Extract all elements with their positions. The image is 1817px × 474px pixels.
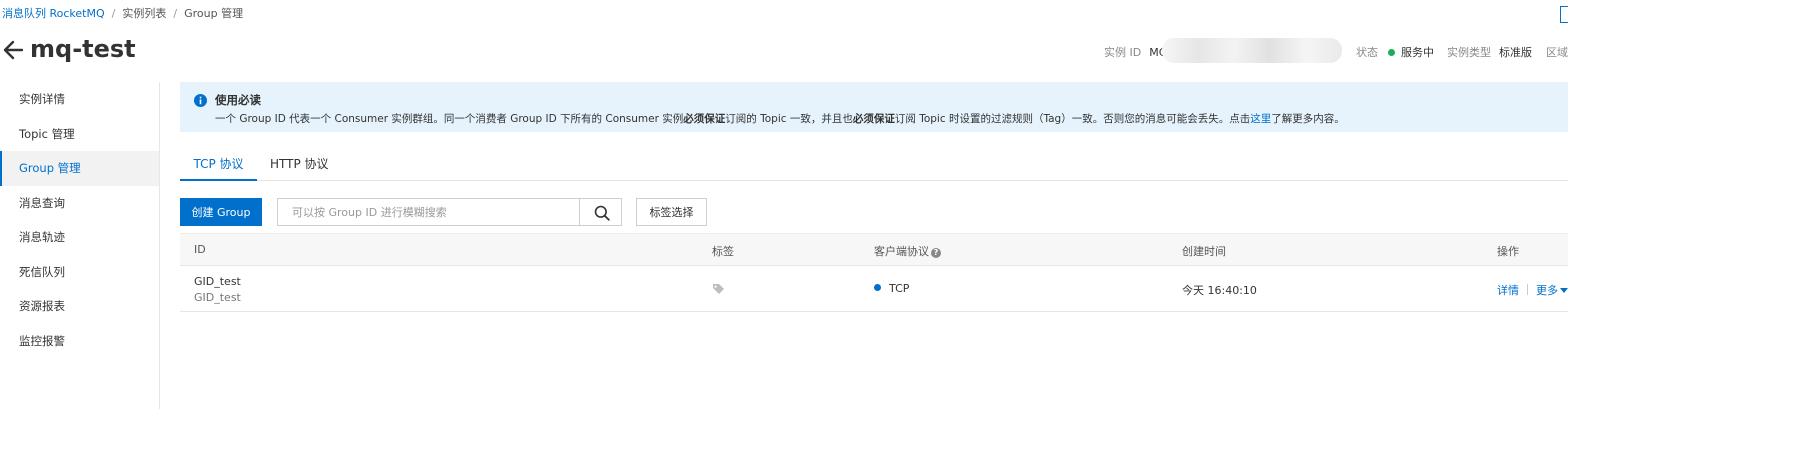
status-dot-icon [1388,49,1395,56]
create-group-button[interactable]: 创建 Group [180,198,262,226]
protocol-cell: TCP [874,282,909,295]
notice-text-part: 订阅 Topic 时设置的过滤规则（Tag）一致。否则您的消息可能会丢失。点击 [894,113,1251,125]
actions-cell: 详情 更多 [1497,282,1568,298]
column-header-protocol: 客户端协议? [874,243,941,259]
instance-type-info: 实例类型 标准版 [1447,44,1532,59]
more-label: 更多 [1536,284,1558,297]
sidebar-item-message-trace[interactable]: 消息轨迹 [0,220,159,255]
notice-bold-text: 必须保证 [683,113,726,125]
table-header: ID 标签 客户端协议? 创建时间 操作 [180,233,1568,266]
table-row: GID_test GID_test TCP 今天 16:40:10 详情 更多 [180,266,1568,312]
notice-text-part: 订阅的 Topic 一致，并且也 [725,113,853,125]
region-info: 区域 [1546,44,1568,59]
info-icon [194,94,207,107]
tag-icon[interactable] [712,283,725,295]
instance-type-label: 实例类型 [1447,46,1491,59]
sidebar: 实例详情 Topic 管理 Group 管理 消息查询 消息轨迹 死信队列 资源… [0,82,160,409]
notice-title: 使用必读 [215,93,261,107]
notice-text: 一个 Group ID 代表一个 Consumer 实例群组。同一个消费者 Gr… [215,111,1345,126]
instance-id-redacted [1162,38,1342,63]
usage-notice: 使用必读 一个 Group ID 代表一个 Consumer 实例群组。同一个消… [180,82,1568,132]
group-id-sub-cell: GID_test [194,291,241,304]
page-title: mq-test [30,35,136,63]
breadcrumb-separator: / [111,7,116,20]
status-value: 服务中 [1401,46,1434,59]
group-id-cell: GID_test [194,275,241,288]
tab-tcp[interactable]: TCP 协议 [180,150,257,181]
sidebar-item-resource-report[interactable]: 资源报表 [0,289,159,324]
tag-filter-button[interactable]: 标签选择 [636,198,707,226]
instance-id-label: 实例 ID [1104,46,1142,59]
action-separator [1527,284,1528,295]
status-info: 状态 服务中 [1356,44,1434,59]
instance-id-info: 实例 ID MC [1104,44,1166,59]
sidebar-item-monitor-alarm[interactable]: 监控报警 [0,324,159,359]
protocol-header-label: 客户端协议 [874,245,929,258]
column-header-actions: 操作 [1497,245,1519,258]
tab-http[interactable]: HTTP 协议 [270,150,329,181]
group-search-input[interactable] [277,198,580,226]
search-icon [594,205,610,221]
region-label: 区域 [1546,46,1568,59]
breadcrumb: 消息队列 RocketMQ / 实例列表 / Group 管理 [2,5,243,21]
breadcrumb-group-manage: Group 管理 [184,7,244,20]
top-right-button[interactable] [1560,6,1568,23]
sidebar-item-instance-detail[interactable]: 实例详情 [0,82,159,117]
back-arrow-icon[interactable] [2,38,24,62]
notice-bold-text: 必须保证 [852,113,895,125]
breadcrumb-rocketmq[interactable]: 消息队列 RocketMQ [2,7,105,20]
protocol-tabs: TCP 协议 HTTP 协议 [180,150,1568,181]
more-dropdown[interactable]: 更多 [1536,284,1568,297]
column-header-id: ID [194,243,206,256]
sidebar-item-group-manage[interactable]: Group 管理 [0,151,159,186]
notice-text-part: 了解更多内容。 [1271,113,1345,125]
protocol-value: TCP [889,282,910,295]
help-icon[interactable]: ? [931,248,941,258]
sidebar-item-dead-letter[interactable]: 死信队列 [0,255,159,290]
breadcrumb-instance-list[interactable]: 实例列表 [122,7,166,20]
column-header-tag: 标签 [712,245,734,258]
notice-learn-more-link[interactable]: 这里 [1250,113,1271,125]
protocol-dot-icon [874,284,881,291]
caret-down-icon [1560,288,1568,293]
instance-type-value: 标准版 [1499,46,1532,59]
app-root: 消息队列 RocketMQ / 实例列表 / Group 管理 mq-test 实例 I… [0,0,1568,409]
breadcrumb-separator: / [173,7,178,20]
created-time-cell: 今天 16:40:10 [1182,284,1257,297]
notice-text-part: 一个 Group ID 代表一个 Consumer 实例群组。同一个消费者 Gr… [215,113,684,125]
detail-link[interactable]: 详情 [1497,284,1519,297]
sidebar-item-topic-manage[interactable]: Topic 管理 [0,117,159,152]
status-label: 状态 [1356,46,1378,59]
sidebar-item-message-query[interactable]: 消息查询 [0,186,159,221]
column-header-created: 创建时间 [1182,245,1226,258]
search-button[interactable] [579,198,622,226]
